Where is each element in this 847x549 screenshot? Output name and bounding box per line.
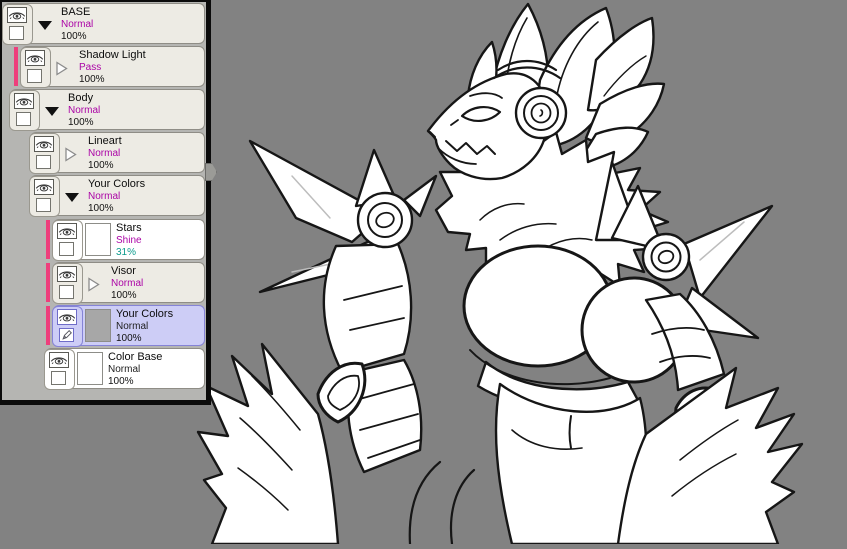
layer-name: Lineart xyxy=(88,135,122,147)
layer-name: Visor xyxy=(111,265,136,277)
visibility-toggle[interactable] xyxy=(34,136,54,152)
layer-name: Shadow Light xyxy=(79,49,146,61)
layer-mode: Normal xyxy=(61,19,94,30)
visibility-toggle[interactable] xyxy=(57,223,77,239)
layer-row-stars[interactable]: Stars Shine 31% xyxy=(46,219,205,261)
app-window: { "panel": { "kind": "layers-panel", "la… xyxy=(0,0,847,546)
layer-row-body[interactable]: Body Normal 100% xyxy=(9,89,205,131)
layer-option-box[interactable] xyxy=(36,198,51,212)
clip-indicator xyxy=(46,306,50,345)
expand-arrow-icon[interactable] xyxy=(55,61,71,76)
collapse-arrow-icon[interactable] xyxy=(37,18,53,32)
pencil-icon xyxy=(61,330,72,340)
layer-tab xyxy=(52,263,83,304)
layer-row-shadow-light[interactable]: Shadow Light Pass 100% xyxy=(14,46,205,88)
layer-mode: Normal xyxy=(116,321,149,332)
layer-opacity: 100% xyxy=(88,160,114,171)
collapse-arrow-icon[interactable] xyxy=(44,104,60,118)
layer-tab xyxy=(52,220,83,261)
layer-option-box[interactable] xyxy=(36,155,51,169)
layer-tab xyxy=(44,349,75,390)
layer-mode: Normal xyxy=(111,278,144,289)
visibility-toggle[interactable] xyxy=(25,50,45,66)
layer-thumbnail[interactable] xyxy=(85,223,111,256)
layer-name: Color Base xyxy=(108,351,163,363)
layer-option-box[interactable] xyxy=(16,112,31,126)
layer-thumbnail[interactable] xyxy=(77,352,103,385)
layer-row-your-colors-selected[interactable]: Your Colors Normal 100% xyxy=(46,305,205,347)
layer-row-visor[interactable]: Visor Normal 100% xyxy=(46,262,205,304)
layer-row-your-colors-folder[interactable]: Your Colors Normal 100% xyxy=(29,175,205,217)
layer-opacity: 100% xyxy=(88,203,114,214)
layer-opacity: 100% xyxy=(111,290,137,301)
layer-option-box[interactable] xyxy=(27,69,42,83)
visibility-toggle[interactable] xyxy=(57,309,77,325)
layer-option-box[interactable] xyxy=(9,26,24,40)
expand-arrow-icon[interactable] xyxy=(64,147,80,162)
eye-icon xyxy=(15,97,33,105)
layer-mode: Pass xyxy=(79,62,102,73)
layer-opacity: 100% xyxy=(108,376,134,387)
layer-tab xyxy=(29,133,60,174)
expand-arrow-icon[interactable] xyxy=(87,277,103,292)
layer-opacity: 100% xyxy=(116,333,142,344)
collapse-arrow-icon[interactable] xyxy=(64,190,80,204)
layer-row-color-base[interactable]: Color Base Normal 100% xyxy=(44,348,205,390)
layer-option-box[interactable] xyxy=(51,371,66,385)
layer-tab xyxy=(29,176,60,217)
eye-icon xyxy=(35,183,53,191)
layer-row-base[interactable]: BASE Normal 100% xyxy=(2,3,205,45)
layers-panel: BASE Normal 100% Shadow Light Pass 100% xyxy=(0,0,211,405)
layer-tab xyxy=(20,47,51,88)
eye-icon xyxy=(58,313,76,321)
layer-mode: Shine xyxy=(116,235,142,246)
layer-opacity: 100% xyxy=(61,31,87,42)
layer-row-lineart[interactable]: Lineart Normal 100% xyxy=(29,132,205,174)
layer-option-box[interactable] xyxy=(59,242,74,256)
layer-name: BASE xyxy=(61,6,91,18)
visibility-toggle[interactable] xyxy=(34,179,54,195)
eye-icon xyxy=(35,140,53,148)
eye-icon xyxy=(8,11,26,19)
layer-option-box[interactable] xyxy=(59,285,74,299)
clip-indicator xyxy=(46,220,50,259)
eye-icon xyxy=(58,227,76,235)
layer-mode: Normal xyxy=(68,105,101,116)
layer-name: Stars xyxy=(116,222,142,234)
eye-icon xyxy=(50,356,68,364)
layer-name: Body xyxy=(68,92,94,104)
visibility-toggle[interactable] xyxy=(49,352,69,368)
layer-opacity: 100% xyxy=(68,117,94,128)
edit-mode-box[interactable] xyxy=(59,328,74,342)
layer-opacity: 31% xyxy=(116,247,137,258)
clip-indicator xyxy=(14,47,18,86)
visibility-toggle[interactable] xyxy=(7,7,27,23)
clip-indicator xyxy=(46,263,50,302)
layer-tab xyxy=(52,306,83,347)
layer-name: Your Colors xyxy=(116,308,174,320)
visibility-toggle[interactable] xyxy=(14,93,34,109)
layer-tab xyxy=(2,4,33,45)
layer-mode: Normal xyxy=(88,191,121,202)
layer-mode: Normal xyxy=(88,148,121,159)
eye-icon xyxy=(58,270,76,278)
layer-opacity: 100% xyxy=(79,74,105,85)
layer-thumbnail[interactable] xyxy=(85,309,111,342)
layer-mode: Normal xyxy=(108,364,141,375)
visibility-toggle[interactable] xyxy=(57,266,77,282)
eye-icon xyxy=(26,54,44,62)
layer-name: Your Colors xyxy=(88,178,146,190)
layer-tab xyxy=(9,90,40,131)
